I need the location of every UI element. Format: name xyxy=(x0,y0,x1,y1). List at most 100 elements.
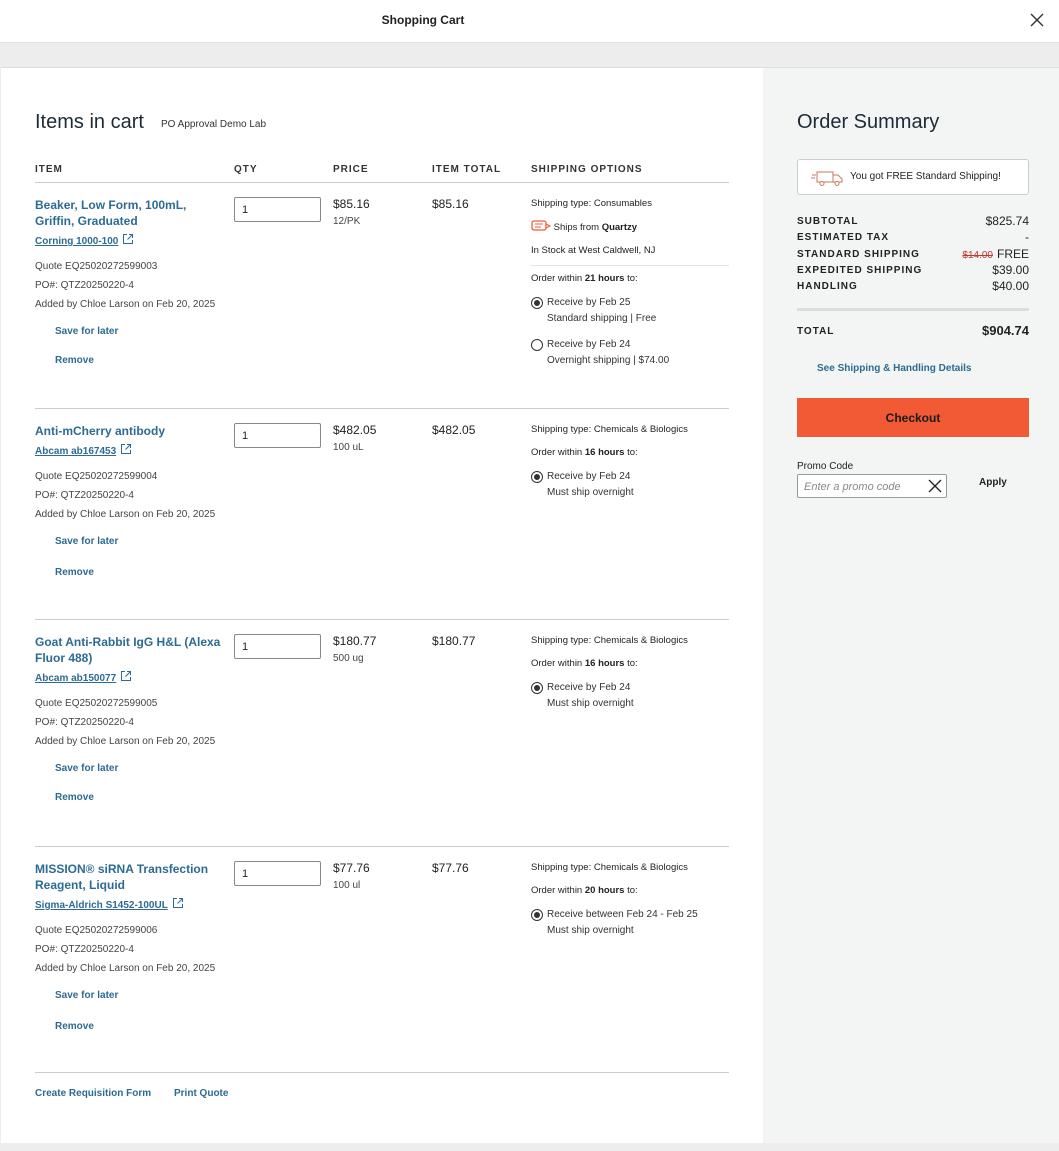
shipping-divider xyxy=(531,265,729,266)
save-for-later-link[interactable]: Save for later xyxy=(55,536,225,547)
order-summary-title: Order Summary xyxy=(797,111,940,133)
col-header-qty: QTY xyxy=(234,164,258,175)
item-details: Anti-mCherry antibody Abcam ab167453 Quo… xyxy=(35,423,225,578)
standard-shipping-value: $14.00 FREE xyxy=(962,247,1029,261)
create-requisition-link[interactable]: Create Requisition Form xyxy=(35,1088,151,1099)
radio-button[interactable] xyxy=(531,339,543,351)
radio-button[interactable] xyxy=(531,682,543,694)
close-icon[interactable] xyxy=(1027,10,1047,30)
item-sku-link[interactable]: Abcam ab150077 xyxy=(35,670,132,684)
radio-button[interactable] xyxy=(531,909,543,921)
free-shipping-banner: You got FREE Standard Shipping! xyxy=(797,159,1029,195)
unit-size: 12/PK xyxy=(333,216,361,227)
shipping-options: Shipping type: Chemicals & Biologics Ord… xyxy=(531,861,729,939)
external-link-icon xyxy=(121,444,132,454)
item-sku-link[interactable]: Corning 1000-100 xyxy=(35,233,134,247)
unit-price: $180.77 xyxy=(333,634,377,648)
unit-price: $77.76 xyxy=(333,861,370,875)
print-quote-link[interactable]: Print Quote xyxy=(174,1088,228,1099)
shipping-option-overnight[interactable]: Receive between Feb 24 - Feb 25 Must ship… xyxy=(531,907,729,939)
cart-item-row: Beaker, Low Form, 100mL, Griffin, Gradua… xyxy=(35,183,729,409)
clear-icon[interactable] xyxy=(928,479,942,493)
col-header-item-total: ITEM TOTAL xyxy=(432,164,502,175)
col-header-price: PRICE xyxy=(333,164,369,175)
item-sku-link[interactable]: Sigma-Aldrich S1452-100UL xyxy=(35,897,184,911)
remove-link[interactable]: Remove xyxy=(55,1021,225,1032)
remove-link[interactable]: Remove xyxy=(55,355,225,366)
item-name-link[interactable]: MISSION® siRNA Transfection Reagent, Liq… xyxy=(35,861,225,893)
item-name-link[interactable]: Beaker, Low Form, 100mL, Griffin, Gradua… xyxy=(35,197,225,229)
save-for-later-link[interactable]: Save for later xyxy=(55,763,225,774)
item-name-link[interactable]: Goat Anti-Rabbit IgG H&L (Alexa Fluor 48… xyxy=(35,634,225,666)
save-for-later-link[interactable]: Save for later xyxy=(55,326,225,337)
added-by: Added by Chloe Larson on Feb 20, 2025 xyxy=(35,509,216,520)
quantity-input[interactable] xyxy=(234,861,321,886)
quantity-input[interactable] xyxy=(234,634,321,659)
shipping-option-overnight[interactable]: Receive by Feb 24 Overnight shipping | $7… xyxy=(531,337,729,369)
cart-item-row: Goat Anti-Rabbit IgG H&L (Alexa Fluor 48… xyxy=(35,620,729,847)
save-for-later-link[interactable]: Save for later xyxy=(55,990,225,1001)
order-deadline: Order within 16 hours to: xyxy=(531,447,638,458)
item-sku: Abcam ab150077 xyxy=(35,673,117,684)
total-value: $904.74 xyxy=(982,323,1029,338)
cart-heading: Items in cart xyxy=(35,111,144,133)
added-by: Added by Chloe Larson on Feb 20, 2025 xyxy=(35,963,216,974)
modal-title: Shopping Cart xyxy=(381,13,465,27)
quote-number: Quote EQ25020272599006 xyxy=(35,925,158,936)
unit-size: 100 ul xyxy=(333,880,361,891)
col-header-item: ITEM xyxy=(35,164,63,175)
item-name-link[interactable]: Anti-mCherry antibody xyxy=(35,423,225,439)
unit-size: 100 uL xyxy=(333,442,364,453)
item-sku-link[interactable]: Abcam ab167453 xyxy=(35,443,132,457)
remove-link[interactable]: Remove xyxy=(55,792,225,803)
shipping-type: Shipping type: Consumables xyxy=(531,198,652,209)
apply-promo-button[interactable]: Apply xyxy=(979,477,1007,488)
external-link-icon xyxy=(172,898,183,908)
quote-number: Quote EQ25020272599003 xyxy=(35,261,158,272)
radio-button[interactable] xyxy=(531,471,543,483)
truck-icon xyxy=(811,171,843,186)
cart-main: Items in cart PO Approval Demo Lab ITEM … xyxy=(1,68,763,1143)
quantity-input[interactable] xyxy=(234,423,321,448)
cart-panel: Items in cart PO Approval Demo Lab ITEM … xyxy=(1,67,1059,1143)
ships-from: Ships from Quartzy xyxy=(531,220,729,234)
quantity-input[interactable] xyxy=(234,197,321,222)
tax-value: - xyxy=(1025,230,1029,244)
shipping-type: Shipping type: Chemicals & Biologics xyxy=(531,635,688,646)
stock-status: In Stock at West Caldwell, NJ xyxy=(531,245,656,256)
promo-code-field xyxy=(797,474,947,498)
order-deadline: Order within 20 hours to: xyxy=(531,885,638,896)
shipping-option-overnight[interactable]: Receive by Feb 24 Must ship overnight xyxy=(531,469,729,501)
unit-price: $85.16 xyxy=(333,197,370,211)
shipping-option-overnight[interactable]: Receive by Feb 24 Must ship overnight xyxy=(531,680,729,712)
radio-button[interactable] xyxy=(531,297,543,309)
item-details: Beaker, Low Form, 100mL, Griffin, Gradua… xyxy=(35,197,225,366)
shipping-type: Shipping type: Chemicals & Biologics xyxy=(531,424,688,435)
shipping-option-standard[interactable]: Receive by Feb 25 Standard shipping | Fre… xyxy=(531,295,729,327)
item-total: $85.16 xyxy=(432,197,469,211)
free-shipping-text: You got FREE Standard Shipping! xyxy=(850,171,1001,182)
shipping-details-link[interactable]: See Shipping & Handling Details xyxy=(817,363,971,374)
quote-number: Quote EQ25020272599005 xyxy=(35,698,158,709)
checkout-button[interactable]: Checkout xyxy=(797,398,1029,437)
promo-code-input[interactable] xyxy=(804,479,922,494)
item-sku: Abcam ab167453 xyxy=(35,446,117,457)
modal-header: Shopping Cart xyxy=(0,0,1059,43)
expedited-shipping-value: $39.00 xyxy=(992,263,1029,277)
item-total: $482.05 xyxy=(432,423,476,437)
quote-number: Quote EQ25020272599004 xyxy=(35,471,158,482)
po-number: PO#: QTZ20250220-4 xyxy=(35,490,134,501)
added-by: Added by Chloe Larson on Feb 20, 2025 xyxy=(35,299,216,310)
added-by: Added by Chloe Larson on Feb 20, 2025 xyxy=(35,736,216,747)
remove-link[interactable]: Remove xyxy=(55,567,225,578)
summary-divider xyxy=(797,308,1029,311)
po-number: PO#: QTZ20250220-4 xyxy=(35,944,134,955)
order-deadline: Order within 21 hours to: xyxy=(531,273,638,284)
order-deadline: Order within 16 hours to: xyxy=(531,658,638,669)
item-sku: Sigma-Aldrich S1452-100UL xyxy=(35,900,168,911)
shipping-options: Shipping type: Chemicals & Biologics Ord… xyxy=(531,634,729,712)
cart-item-row: MISSION® siRNA Transfection Reagent, Liq… xyxy=(35,847,729,1073)
promo-code-label: Promo Code xyxy=(797,461,854,472)
shipping-options: Shipping type: Consumables Ships from Qu… xyxy=(531,197,729,369)
external-link-icon xyxy=(121,671,132,681)
